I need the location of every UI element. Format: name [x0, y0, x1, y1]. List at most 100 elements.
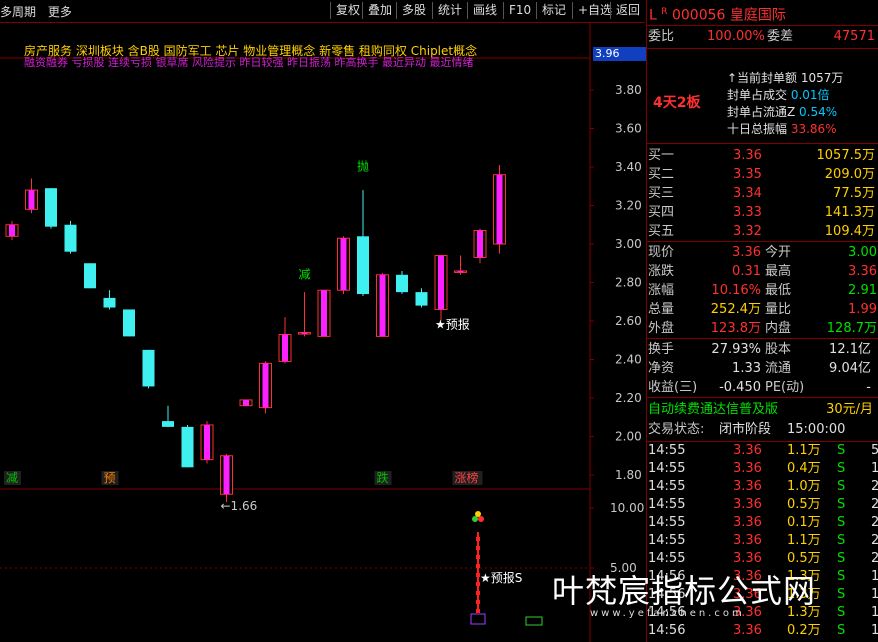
weibi-value: 100.00% [707, 29, 765, 44]
bid-volume: 1057.5万 [816, 148, 876, 163]
tick-row: 14:55 3.36 1.0万 S 2 [647, 478, 878, 496]
bid-price: 3.33 [733, 205, 762, 220]
tick-volume: 0.4万 [787, 461, 821, 476]
back-button[interactable]: 返回 [610, 2, 645, 19]
tick-direction: S [837, 623, 846, 638]
stock-r-marker: R [661, 7, 668, 17]
fund-value: 9.04亿 [829, 361, 871, 376]
candle-body-up-fill [9, 224, 15, 237]
sub-annotation: ★预报S [480, 570, 522, 585]
candle-body-up-fill [282, 334, 288, 362]
toolbar-left: 多周期 更多 [0, 3, 80, 20]
tick-time: 14:55 [648, 515, 686, 530]
candle-body-up-fill [204, 424, 210, 460]
bid-label: 买三 [648, 186, 675, 201]
tick-direction: S [837, 479, 846, 494]
candle-body-down [162, 421, 174, 427]
sub-box-green [525, 616, 543, 626]
seal-value: 33.86% [790, 122, 837, 136]
y-tick-label: 2.20 [615, 391, 642, 405]
y-tick-label: 2.80 [615, 276, 642, 290]
sub-indicator-dot [476, 609, 480, 613]
sub-indicator-dot [476, 546, 480, 550]
more-button[interactable]: 更多 [48, 5, 72, 19]
service-row[interactable]: 自动续费通达信普及版 30元/月 [647, 401, 878, 419]
tick-direction: S [837, 461, 846, 476]
draw-line-button[interactable]: 画线 [467, 2, 502, 19]
weibi-label: 委比 [648, 29, 675, 44]
quote-label: 涨幅 [648, 283, 675, 298]
tick-price: 3.36 [733, 461, 762, 476]
f10-button[interactable]: F10 [503, 2, 536, 19]
bid-volume: 209.0万 [824, 167, 875, 182]
tick-price: 3.36 [733, 479, 762, 494]
tick-volume: 1.1万 [787, 533, 821, 548]
tick-price: 3.36 [733, 533, 762, 548]
y-tick-label: 3.80 [615, 83, 642, 97]
seal-label: 十日总振幅 [727, 122, 791, 136]
tick-count: 2 [871, 479, 878, 494]
y-tick-label: 3.20 [615, 199, 642, 213]
trade-status-label: 交易状态: [648, 422, 705, 437]
quote-row: 现价 3.36 今开 3.00 [647, 244, 878, 262]
sub-box [470, 613, 486, 625]
bid-row: 买三 3.34 77.5万 [647, 185, 878, 203]
candle-body-down [123, 309, 135, 337]
kline-chart[interactable]: 3.80 3.60 3.40 3.20 3.00 2.80 2.60 2.40 2.20 2.00… [0, 22, 645, 642]
candle-body-up-fill [438, 255, 444, 310]
seal-value: 0.01倍 [790, 88, 830, 102]
quote-value: 10.16% [711, 283, 761, 298]
fund-label: PE(动) [765, 380, 805, 395]
seal-value: 1057万 [800, 71, 844, 85]
seal-item: 十日总振幅 33.86% [727, 121, 843, 138]
tick-row: 14:55 3.36 0.5万 S 2 [647, 496, 878, 514]
fund-value: - [866, 380, 871, 395]
tick-direction: S [837, 587, 846, 602]
fuquan-button[interactable]: 复权 [330, 2, 365, 19]
bid-row: 买二 3.35 209.0万 [647, 166, 878, 184]
tick-count: 1 [871, 623, 878, 638]
quote-label: 最高 [765, 264, 792, 279]
overlay-button[interactable]: 叠加 [362, 2, 397, 19]
tick-count: 2 [871, 533, 878, 548]
stock-header: L R 000056 皇庭国际 [647, 0, 878, 24]
candle-body-down [64, 224, 77, 252]
tick-volume: 0.2万 [787, 623, 821, 638]
y-tick-label: 1.80 [615, 468, 642, 482]
stats-button[interactable]: 统计 [432, 2, 467, 19]
candle-body-up-fill [223, 455, 230, 495]
quote-label: 外盘 [648, 321, 675, 336]
bid-price: 3.32 [733, 224, 762, 239]
seal-label: 封单占流通Z [727, 105, 800, 119]
fund-label: 流通 [765, 361, 792, 376]
seal-item: 封单占流通Z 0.54% [727, 104, 843, 121]
tick-price: 3.36 [733, 623, 762, 638]
quote-row: 外盘 123.8万 内盘 128.7万 [647, 320, 878, 338]
tick-direction: S [837, 533, 846, 548]
candle-body-up-fill [477, 230, 483, 258]
mark-button[interactable]: 标记 [536, 2, 571, 19]
quote-label: 总量 [648, 302, 675, 317]
y-tick-label: 2.40 [615, 353, 642, 367]
tick-time: 14:55 [648, 533, 686, 548]
candle-body-down [103, 297, 116, 308]
tick-volume: 0.1万 [787, 515, 821, 530]
tick-direction: S [837, 497, 846, 512]
board-tag: 4天2板 [653, 95, 701, 111]
watermark-url: www.yefanchen.com [590, 608, 745, 619]
quote-value: 128.7万 [826, 321, 877, 336]
fund-row: 换手 27.93% 股本 12.1亿 [647, 341, 878, 359]
weibi-row: 委比 100.00% 委差 47571 [647, 28, 878, 46]
tick-direction: S [837, 569, 846, 584]
candle-body-down [142, 349, 155, 387]
candle-body-up-fill [496, 174, 503, 244]
multi-period-button[interactable]: 多周期 [0, 5, 36, 19]
multi-stock-button[interactable]: 多股 [396, 2, 431, 19]
candle-body-down [396, 274, 408, 293]
toolbar: 多周期 更多 复权 叠加 多股 统计 画线 F10 标记 +自选 返回 [0, 0, 645, 23]
chart-annotation: ★预报 [435, 317, 470, 332]
bid-label: 买五 [648, 224, 675, 239]
chart-annotation: 减 [299, 268, 311, 282]
bid-volume: 109.4万 [824, 224, 875, 239]
tick-volume: 0.5万 [787, 497, 821, 512]
